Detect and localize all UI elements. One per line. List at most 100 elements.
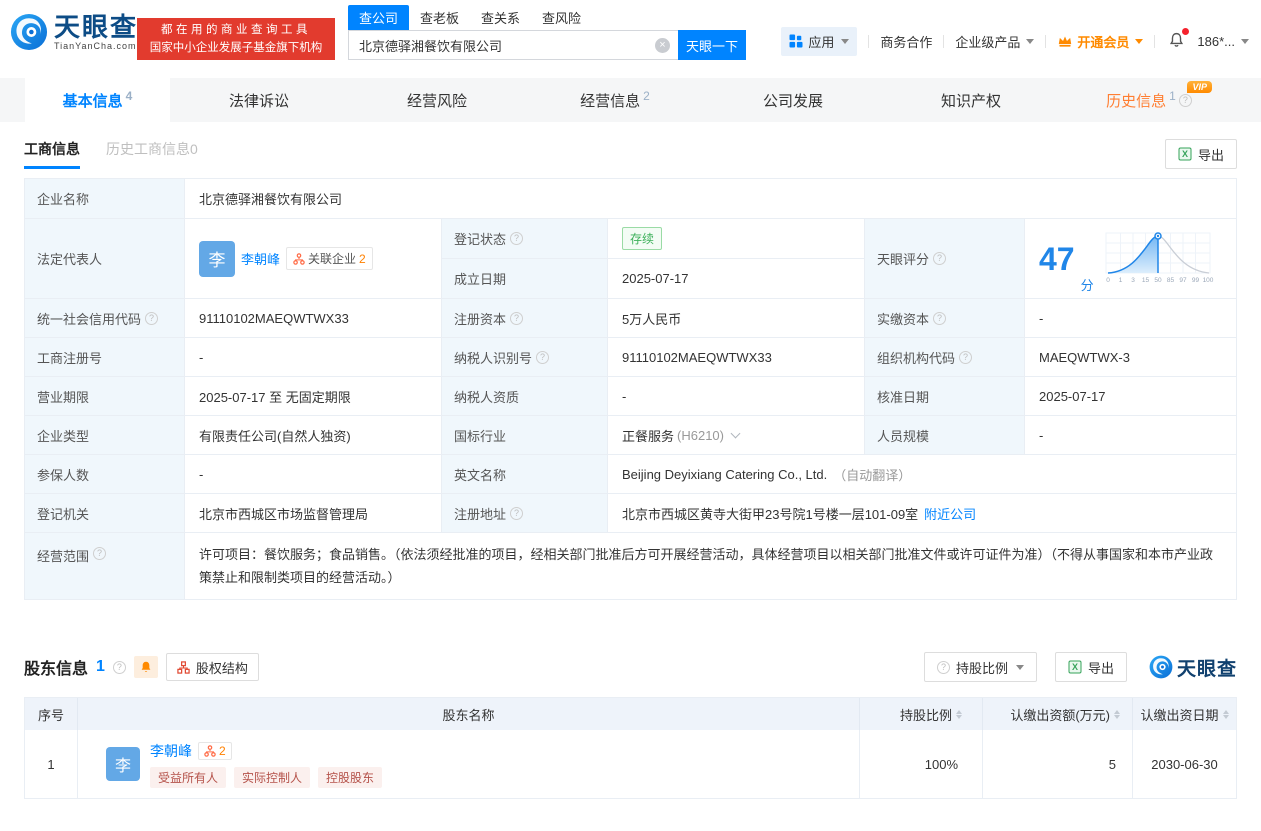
registration-authority: 北京市西城区市场监督管理局 bbox=[185, 494, 442, 533]
tag-beneficial-owner: 受益所有人 bbox=[150, 767, 226, 788]
equity-structure-button[interactable]: 股权结构 bbox=[166, 653, 259, 681]
help-icon[interactable]: ? bbox=[113, 661, 126, 674]
field-label: 统一社会信用代码? bbox=[25, 299, 185, 338]
help-icon[interactable]: ? bbox=[959, 351, 972, 364]
org-chart-icon bbox=[293, 253, 305, 265]
sort-icon[interactable] bbox=[956, 710, 962, 719]
help-icon[interactable]: ? bbox=[510, 232, 523, 245]
tianyan-score-cell[interactable]: 47 分 0 1 3 bbox=[1025, 219, 1236, 299]
sort-icon[interactable] bbox=[1114, 710, 1120, 719]
tab-legal[interactable]: 法律诉讼 bbox=[170, 78, 348, 122]
svg-text:99: 99 bbox=[1191, 277, 1199, 284]
search-tab-company[interactable]: 查公司 bbox=[348, 5, 409, 30]
apps-label: 应用 bbox=[808, 32, 834, 51]
related-companies-badge[interactable]: 关联企业 2 bbox=[286, 247, 373, 270]
help-icon[interactable]: ? bbox=[1179, 94, 1192, 107]
open-vip-menu[interactable]: 开通会员 bbox=[1057, 32, 1143, 51]
subtab-history-business-info[interactable]: 历史工商信息0 bbox=[106, 139, 198, 169]
chevron-down-icon bbox=[1016, 665, 1024, 670]
excel-icon: X bbox=[1178, 147, 1192, 161]
tab-intellectual-property[interactable]: 知识产权 bbox=[882, 78, 1060, 122]
tab-operation-risk[interactable]: 经营风险 bbox=[348, 78, 526, 122]
field-label: 企业名称 bbox=[25, 179, 185, 219]
chevron-down-icon bbox=[1241, 39, 1249, 44]
tab-operation-info[interactable]: 经营信息2 bbox=[526, 78, 704, 122]
shareholder-cell: 李 李朝峰 2 受益所有人 实际 bbox=[78, 730, 860, 798]
section-tabbar: 基本信息4 法律诉讼 经营风险 经营信息2 公司发展 知识产权 VIP 历史信息… bbox=[0, 78, 1261, 122]
svg-text:100: 100 bbox=[1202, 277, 1213, 284]
slogan-line1: 都在用的商业查询工具 bbox=[161, 21, 311, 39]
notifications-bell[interactable] bbox=[1168, 31, 1185, 52]
tianyancha-logo-icon bbox=[1149, 655, 1173, 679]
field-label: 核准日期 bbox=[865, 377, 1025, 416]
chevron-down-icon bbox=[841, 39, 849, 44]
crown-icon bbox=[1057, 34, 1073, 48]
help-icon[interactable]: ? bbox=[510, 312, 523, 325]
approval-date: 2025-07-17 bbox=[1025, 377, 1236, 416]
tab-company-development[interactable]: 公司发展 bbox=[704, 78, 882, 122]
avatar[interactable]: 李 bbox=[106, 747, 140, 781]
help-icon[interactable]: ? bbox=[145, 312, 158, 325]
field-label: 组织机构代码? bbox=[865, 338, 1025, 377]
legal-rep-link[interactable]: 李朝峰 bbox=[241, 249, 280, 268]
search-input[interactable] bbox=[348, 30, 678, 60]
subscribed-date: 2030-06-30 bbox=[1133, 730, 1236, 798]
svg-text:50: 50 bbox=[1154, 277, 1162, 284]
svg-text:97: 97 bbox=[1179, 277, 1187, 284]
company-type: 有限责任公司(自然人独资) bbox=[185, 416, 442, 455]
svg-text:X: X bbox=[1072, 662, 1078, 672]
row-index: 1 bbox=[25, 730, 78, 798]
search-area: 查公司 查老板 查关系 查风险 × 天眼一下 bbox=[348, 8, 746, 60]
business-cooperation-link[interactable]: 商务合作 bbox=[880, 32, 932, 51]
tianyancha-logo[interactable]: 天眼查 TianYanCha.com bbox=[10, 13, 138, 51]
holding-ratio-filter[interactable]: ? 持股比例 bbox=[924, 652, 1037, 682]
excel-icon: X bbox=[1068, 660, 1082, 674]
help-icon[interactable]: ? bbox=[933, 312, 946, 325]
logo-domain: TianYanCha.com bbox=[54, 42, 138, 51]
help-icon[interactable]: ? bbox=[93, 547, 106, 560]
search-button[interactable]: 天眼一下 bbox=[678, 30, 746, 60]
tianyancha-watermark: 天眼查 bbox=[1149, 654, 1237, 681]
tab-basic-info[interactable]: 基本信息4 bbox=[25, 78, 170, 122]
help-icon[interactable]: ? bbox=[536, 351, 549, 364]
tag-controlling-shareholder: 控股股东 bbox=[318, 767, 382, 788]
export-button[interactable]: X 导出 bbox=[1055, 652, 1127, 682]
shareholders-count: 1 bbox=[96, 658, 105, 676]
help-icon[interactable]: ? bbox=[510, 507, 523, 520]
business-term: 2025-07-17 至 无固定期限 bbox=[185, 377, 442, 416]
help-icon[interactable]: ? bbox=[933, 252, 946, 265]
column-header-name: 股东名称 bbox=[78, 698, 860, 730]
svg-text:15: 15 bbox=[1141, 277, 1149, 284]
column-header-ratio[interactable]: 持股比例 bbox=[860, 698, 983, 730]
sort-icon[interactable] bbox=[1223, 710, 1229, 719]
org-code: MAEQWTWX-3 bbox=[1025, 338, 1236, 377]
establish-date: 2025-07-17 bbox=[608, 259, 865, 299]
shareholder-name-link[interactable]: 李朝峰 bbox=[150, 741, 192, 761]
logo-text: 天眼查 bbox=[54, 14, 138, 40]
account-menu[interactable]: 186*... bbox=[1197, 34, 1249, 49]
related-companies-badge[interactable]: 2 bbox=[198, 742, 232, 760]
search-tab-relation[interactable]: 查关系 bbox=[470, 5, 531, 30]
search-tab-boss[interactable]: 查老板 bbox=[409, 5, 470, 30]
clear-icon[interactable]: × bbox=[655, 38, 670, 53]
registration-status-cell: 存续 bbox=[608, 219, 865, 259]
export-button[interactable]: X 导出 bbox=[1165, 139, 1237, 169]
subscribed-amount: 5 bbox=[983, 730, 1133, 798]
column-header-amount[interactable]: 认缴出资额(万元) bbox=[983, 698, 1133, 730]
avatar[interactable]: 李 bbox=[199, 241, 235, 277]
search-tab-risk[interactable]: 查风险 bbox=[531, 5, 592, 30]
monitor-bell-button[interactable] bbox=[134, 656, 158, 678]
tab-history-info[interactable]: VIP 历史信息 1 ? bbox=[1060, 78, 1238, 122]
chevron-down-icon[interactable] bbox=[731, 429, 741, 439]
registered-capital: 5万人民币 bbox=[608, 299, 865, 338]
staff-size: - bbox=[1025, 416, 1236, 455]
field-label: 成立日期 bbox=[442, 259, 608, 299]
nearby-companies-link[interactable]: 附近公司 bbox=[924, 504, 976, 523]
svg-text:X: X bbox=[1182, 149, 1188, 159]
score-curve-chart: 0 1 3 15 50 85 97 99 100 bbox=[1104, 231, 1214, 287]
subtab-business-info[interactable]: 工商信息 bbox=[24, 139, 80, 169]
enterprise-products-menu[interactable]: 企业级产品 bbox=[955, 32, 1034, 51]
notification-dot bbox=[1182, 28, 1189, 35]
apps-menu[interactable]: 应用 bbox=[781, 27, 857, 56]
column-header-date[interactable]: 认缴出资日期 bbox=[1133, 698, 1236, 730]
